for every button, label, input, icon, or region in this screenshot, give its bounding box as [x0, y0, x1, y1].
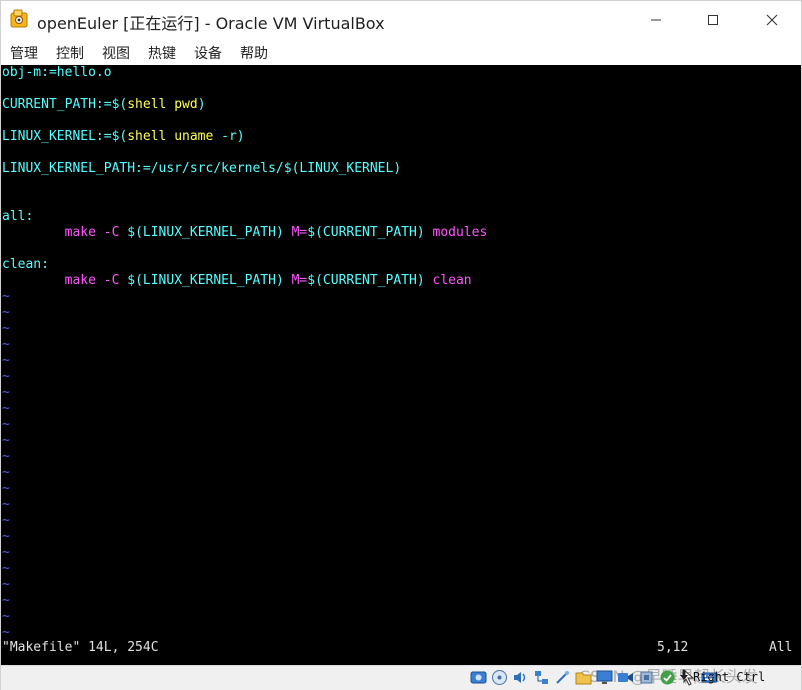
code-token: clean — [432, 273, 472, 288]
empty-line-tilde: ~ — [2, 401, 10, 416]
vim-file-status: "Makefile" 14L, 254C — [2, 640, 159, 655]
maximize-icon — [707, 14, 719, 26]
menu-hotkeys[interactable]: 热键 — [148, 43, 176, 63]
optical-drive-icon[interactable] — [490, 668, 509, 687]
hard-disk-icon[interactable] — [469, 668, 488, 687]
maximize-button[interactable] — [690, 1, 736, 39]
empty-line-tilde: ~ — [2, 337, 10, 352]
empty-line-tilde: ~ — [2, 593, 10, 608]
empty-line-tilde: ~ — [2, 545, 10, 560]
code-token: $(CURRENT_PATH) — [307, 225, 433, 240]
empty-line-tilde: ~ — [2, 449, 10, 464]
buffer-line: make -C $(LINUX_KERNEL_PATH) M=$(CURRENT… — [2, 225, 488, 241]
menu-manage[interactable]: 管理 — [10, 43, 38, 63]
code-token: LINUX_KERNEL:=$( — [2, 129, 128, 144]
empty-line-tilde: ~ — [2, 353, 10, 368]
display-icon[interactable] — [595, 668, 614, 687]
code-token: shell uname — [127, 129, 214, 144]
empty-line-tilde: ~ — [2, 433, 10, 448]
code-token: M= — [291, 225, 308, 240]
buffer-line: LINUX_KERNEL:=$(shell uname -r) — [2, 129, 245, 145]
empty-line-tilde: ~ — [2, 625, 10, 640]
guest-additions-icon[interactable] — [658, 668, 677, 687]
menu-devices[interactable]: 设备 — [194, 43, 222, 63]
code-token: -C — [103, 273, 120, 288]
buffer-line: obj-m:=hello.o — [2, 65, 112, 81]
code-token: -C — [103, 225, 120, 240]
code-token: shell pwd — [127, 97, 198, 112]
window-title: openEuler [正在运行] - Oracle VM VirtualBox — [37, 14, 385, 33]
buffer-line: make -C $(LINUX_KERNEL_PATH) M=$(CURRENT… — [2, 273, 472, 289]
code-token: $(LINUX_KERNEL_PATH) — [119, 273, 292, 288]
code-token: -r) — [213, 129, 245, 144]
empty-line-tilde: ~ — [2, 417, 10, 432]
empty-line-tilde: ~ — [2, 321, 10, 336]
title-bar[interactable]: openEuler [正在运行] - Oracle VM VirtualBox — [1, 1, 801, 39]
audio-icon[interactable] — [511, 668, 530, 687]
cpu-icon[interactable] — [637, 668, 656, 687]
code-token: LINUX_KERNEL_PATH:=/usr/src/kernels/$(LI… — [2, 161, 402, 176]
empty-line-tilde: ~ — [2, 561, 10, 576]
menu-view[interactable]: 视图 — [102, 43, 130, 63]
code-token: all: — [2, 209, 34, 224]
menu-control[interactable]: 控制 — [56, 43, 84, 63]
empty-line-tilde: ~ — [2, 513, 10, 528]
empty-line-tilde: ~ — [2, 305, 10, 320]
code-token: M= — [291, 273, 308, 288]
empty-line-tilde: ~ — [2, 529, 10, 544]
code-token: modules — [432, 225, 488, 240]
host-key-indicator[interactable]: Right Ctrl — [679, 669, 765, 684]
empty-line-tilde: ~ — [2, 577, 10, 592]
buffer-line: clean: — [2, 257, 49, 273]
video-capture-icon[interactable] — [616, 668, 635, 687]
empty-line-tilde: ~ — [2, 609, 10, 624]
empty-line-tilde: ~ — [2, 481, 10, 496]
buffer-line: all: — [2, 209, 33, 225]
code-token: CURRENT_PATH:=$( — [2, 97, 128, 112]
empty-line-tilde: ~ — [2, 385, 10, 400]
arrow-down-icon — [679, 669, 689, 684]
host-key-label: Right Ctrl — [693, 669, 766, 684]
close-button[interactable] — [749, 1, 795, 39]
usb-icon[interactable] — [553, 668, 572, 687]
code-token: $(CURRENT_PATH) — [307, 273, 433, 288]
virtualbox-window: openEuler [正在运行] - Oracle VM VirtualBox … — [0, 0, 802, 690]
code-token: obj-m:=hello.o — [2, 65, 112, 80]
menu-help[interactable]: 帮助 — [240, 43, 268, 63]
minimize-button[interactable] — [633, 1, 679, 39]
vim-scroll-indicator: All — [769, 640, 793, 655]
code-token: make — [64, 273, 96, 288]
buffer-line: LINUX_KERNEL_PATH:=/usr/src/kernels/$(LI… — [2, 161, 401, 177]
empty-line-tilde: ~ — [2, 465, 10, 480]
code-token: make — [64, 225, 96, 240]
code-token: clean: — [2, 257, 49, 272]
empty-line-tilde: ~ — [2, 369, 10, 384]
vm-display-terminal[interactable]: obj-m:=hello.o CURRENT_PATH:=$(shell pwd)… — [1, 65, 801, 665]
virtualbox-app-icon — [10, 9, 30, 29]
shared-folder-icon[interactable] — [574, 668, 593, 687]
minimize-icon — [650, 14, 662, 26]
empty-line-tilde: ~ — [2, 289, 10, 304]
menu-bar: 管理 控制 视图 热键 设备 帮助 — [1, 39, 801, 65]
code-token: ) — [197, 97, 206, 112]
vm-status-bar: CSDN @早睡早起长头发 — [1, 665, 801, 690]
empty-line-tilde: ~ — [2, 497, 10, 512]
buffer-line: CURRENT_PATH:=$(shell pwd) — [2, 97, 206, 113]
vim-cursor-position: 5,12 — [657, 640, 689, 655]
close-icon — [766, 14, 778, 26]
code-token: $(LINUX_KERNEL_PATH) — [119, 225, 292, 240]
network-icon[interactable] — [532, 668, 551, 687]
